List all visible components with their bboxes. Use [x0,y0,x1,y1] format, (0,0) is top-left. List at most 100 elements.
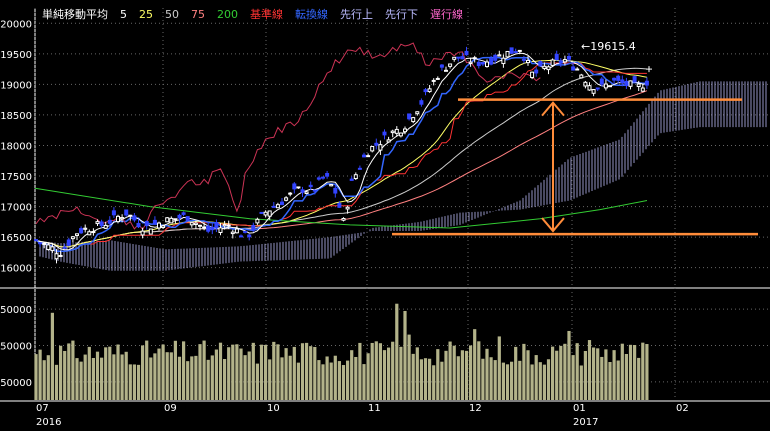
volume-bar [440,361,444,400]
volume-bar [452,345,456,400]
date-axis-labels: 07 2016 09 10 11 12 01 2017 02 [36,403,689,428]
candle-body [83,227,88,230]
volume-bar [264,344,268,400]
candle-body [271,205,276,208]
candle-body [107,219,112,224]
candle-body [489,58,494,65]
candle-body [34,239,38,242]
volume-bar [456,356,460,400]
candle-body [300,189,305,193]
candle-body [284,197,289,201]
candle-body [517,49,522,52]
volume-bar [608,362,612,400]
volume-bar [132,364,136,400]
candle-body [415,111,420,115]
volume-bar [223,359,227,400]
volume-bars [34,303,649,400]
volume-bar [305,342,309,400]
legend-item: 転換線 [295,7,328,21]
candle-body [161,225,166,229]
volume-bar [235,344,239,400]
candle-body [66,239,71,246]
candle-body [58,254,63,257]
volume-bar [395,303,399,400]
volume-tick-label: 50000 [0,378,32,389]
candle-body [304,191,309,195]
candle-body [448,63,453,67]
volume-bar [534,355,538,400]
candle-body [243,230,248,233]
volume-bar [358,342,362,400]
kijun-line [35,62,647,252]
volume-bar [469,345,473,400]
volume-bar [600,356,604,400]
volume-bar [173,340,177,400]
volume-bar [366,353,370,400]
candle-body [296,186,301,189]
candle-body [558,60,563,64]
candle-body [91,231,96,234]
candle-body [333,187,338,194]
candle-body [370,145,375,152]
candle-body [87,231,92,236]
candle-body [329,184,334,187]
volume-bar [239,348,243,400]
candle-body [628,80,633,87]
candle-body [575,68,580,71]
volume-bar [551,346,555,400]
grid-lines [0,8,770,402]
volume-bar [563,343,567,400]
ma25-line [35,59,647,248]
candle-body [148,228,153,235]
volume-bar [161,344,165,400]
candle-body [210,226,215,231]
candle-body [435,77,440,80]
volume-bar [382,350,387,400]
candle-body [644,80,649,86]
chikou-line [35,42,541,231]
candle-body [419,100,424,105]
candle-body [468,61,473,64]
volume-bar [87,346,91,400]
candle-body [382,131,387,136]
candle-body [230,231,235,235]
candle-body [124,209,129,216]
candle-body [620,79,625,84]
volume-bar [399,346,403,400]
volume-bar [628,344,633,400]
price-tick-label: 19500 [0,50,32,61]
legend-item: 25 [139,8,153,21]
legend-item: 先行上 [340,8,373,21]
volume-bar [419,359,423,400]
candle-body [411,117,416,123]
max-price-annotation: ←19615.4 [581,40,636,53]
volume-bar [243,355,247,400]
volume-bar [116,344,120,400]
volume-bar [501,362,505,400]
candle-body [526,59,530,64]
volume-bar [59,345,63,400]
volume-bar [120,354,124,400]
volume-bar [149,357,153,400]
candle-body [312,189,317,192]
volume-bar [444,350,448,400]
price-tick-label: 17500 [0,172,32,183]
candle-body [357,167,362,170]
volume-bar [141,345,145,400]
candle-body [116,215,120,223]
candle-body [579,74,584,79]
month-label: 01 [573,403,586,414]
volume-bar [182,341,186,400]
volume-bar [325,356,329,400]
candle-body [390,130,395,134]
volume-bar [268,359,272,400]
candle-body [476,61,481,67]
volume-bar [473,329,477,400]
volume-bar [387,347,391,400]
volume-bar [542,364,546,400]
volume-bar [210,355,214,400]
legend-item: 50 [165,8,179,21]
volume-bar [571,355,575,400]
candle-body [165,217,170,223]
volume-bar [378,343,382,400]
